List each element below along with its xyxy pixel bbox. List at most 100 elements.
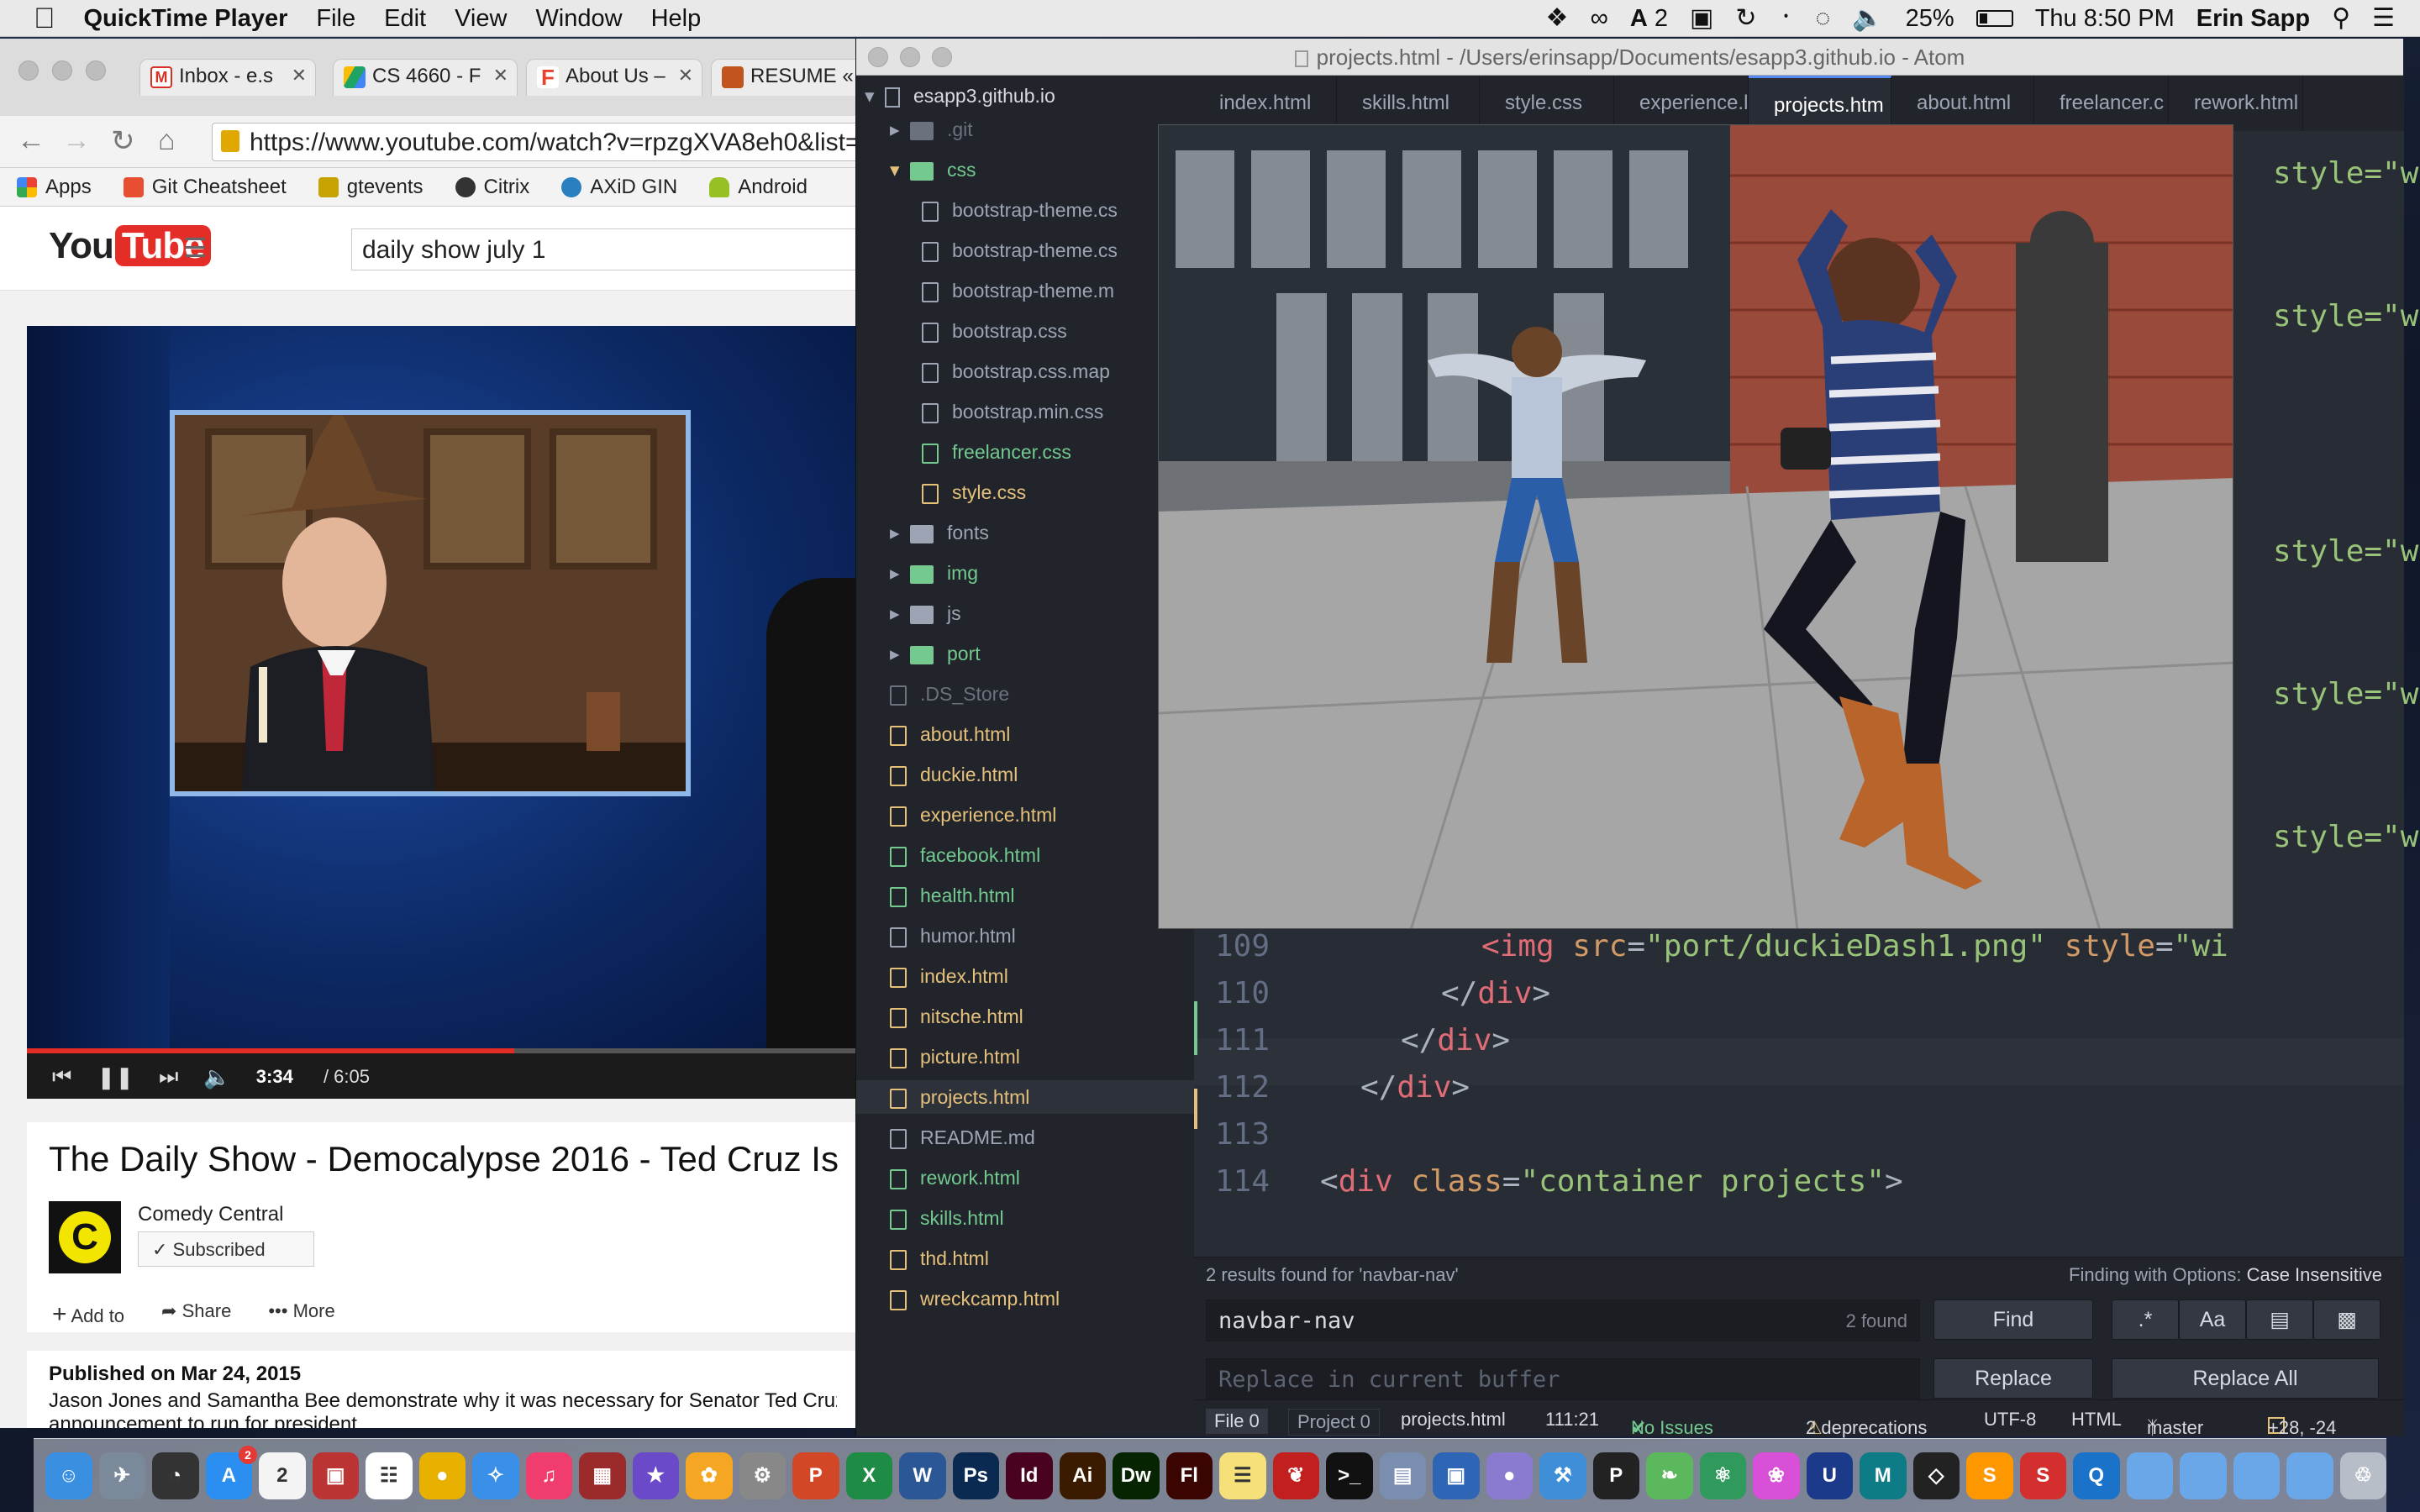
tree-item[interactable]: picture.html: [856, 1040, 1194, 1074]
status-project-count[interactable]: Project 0: [1288, 1409, 1380, 1436]
chrome-tab-resume[interactable]: RESUME «: [711, 59, 857, 96]
calendar-icon[interactable]: 2: [259, 1452, 306, 1499]
time-machine-icon[interactable]: ↻: [1735, 0, 1756, 37]
editor-tab[interactable]: rework.html: [2169, 76, 2303, 131]
powerpoint-icon[interactable]: P: [792, 1452, 839, 1499]
sphere-icon[interactable]: ●: [1486, 1452, 1533, 1499]
itunes-icon[interactable]: ♫: [525, 1452, 572, 1499]
spotlight-icon[interactable]: ⚲: [2332, 0, 2350, 37]
status-grammar[interactable]: HTML: [2071, 1409, 2122, 1431]
apple-icon[interactable]: : [34, 0, 55, 37]
bluetooth-icon[interactable]: ᛫: [1778, 0, 1793, 37]
display-icon[interactable]: ▣: [1690, 0, 1713, 37]
guide-menu-icon[interactable]: ☰: [183, 232, 208, 264]
pause-icon[interactable]: ❚❚: [97, 1064, 134, 1090]
tree-item[interactable]: humor.html: [856, 919, 1194, 953]
quicktime-video[interactable]: [1158, 124, 2233, 929]
whole-word-icon[interactable]: ▩: [2313, 1299, 2381, 1340]
tree-item[interactable]: ▸ fonts: [856, 516, 1194, 549]
tab-close-icon[interactable]: ✕: [493, 65, 508, 87]
channel-name[interactable]: Comedy Central: [138, 1203, 283, 1226]
tree-item[interactable]: facebook.html: [856, 838, 1194, 872]
tree-item[interactable]: .DS_Store: [856, 677, 1194, 711]
chrome-icon[interactable]: ●: [418, 1452, 466, 1499]
tree-item[interactable]: bootstrap.min.css: [856, 395, 1194, 428]
photos-icon[interactable]: ✿: [686, 1452, 733, 1499]
leaf-icon[interactable]: ❧: [1646, 1452, 1693, 1499]
chrome-tab-drive[interactable]: CS 4660 - F ✕: [333, 59, 518, 96]
replace-all-button[interactable]: Replace All: [2112, 1358, 2379, 1399]
tree-item[interactable]: wreckcamp.html: [856, 1282, 1194, 1315]
youtube-search-input[interactable]: daily show july 1: [351, 228, 857, 270]
battery-icon[interactable]: [1975, 10, 2013, 27]
replace-button[interactable]: Replace: [1933, 1358, 2093, 1399]
photoshop-icon[interactable]: Ps: [952, 1452, 999, 1499]
tree-item[interactable]: bootstrap-theme.m: [856, 274, 1194, 307]
editor-tab[interactable]: index.html: [1194, 76, 1337, 131]
tree-item[interactable]: freelancer.css: [856, 435, 1194, 469]
launchpad-icon[interactable]: ✈: [98, 1452, 145, 1499]
finder-icon[interactable]: ☺: [45, 1452, 92, 1499]
add-to-button[interactable]: + Add to: [52, 1300, 124, 1329]
progress-bar[interactable]: [27, 1048, 857, 1053]
unity-icon[interactable]: ◇: [1912, 1452, 1960, 1499]
home-icon[interactable]: ⌂: [158, 124, 176, 157]
back-icon[interactable]: ←: [17, 124, 45, 157]
adobe-icon[interactable]: A 2: [1630, 5, 1668, 33]
app-store-icon[interactable]: A2: [205, 1445, 257, 1499]
tree-item[interactable]: ▸ img: [856, 556, 1194, 590]
window-close-button[interactable]: [868, 47, 888, 67]
virtualbox-icon[interactable]: ▣: [1433, 1452, 1480, 1499]
tree-item[interactable]: bootstrap-theme.cs: [856, 193, 1194, 227]
safari-icon[interactable]: ✧: [472, 1452, 519, 1499]
status-cursor-position[interactable]: 111:21: [1545, 1409, 1599, 1431]
volume-icon[interactable]: 🔈: [203, 1064, 230, 1090]
preview-icon[interactable]: ▤: [1379, 1452, 1426, 1499]
acrobat-icon[interactable]: ❦: [1272, 1452, 1319, 1499]
tree-item[interactable]: rework.html: [856, 1161, 1194, 1194]
volume-icon[interactable]: 🔈: [1852, 0, 1883, 37]
replace-input[interactable]: Replace in current buffer: [1206, 1358, 1920, 1400]
tree-item[interactable]: health.html: [856, 879, 1194, 912]
editor-tab[interactable]: freelancer.c: [2034, 76, 2169, 131]
channel-avatar[interactable]: C: [49, 1201, 121, 1273]
window-close-button[interactable]: [18, 60, 39, 81]
bookmark-gtevents[interactable]: gtevents: [318, 176, 424, 199]
tree-item[interactable]: skills.html: [856, 1201, 1194, 1235]
tree-item[interactable]: README.md: [856, 1121, 1194, 1154]
folder-icon[interactable]: [2286, 1452, 2333, 1499]
menu-window[interactable]: Window: [535, 0, 622, 37]
excel-icon[interactable]: X: [845, 1452, 892, 1499]
bookmark-android[interactable]: Android: [709, 176, 808, 199]
forward-icon[interactable]: →: [62, 124, 91, 157]
flower-icon[interactable]: ❀: [1753, 1452, 1800, 1499]
window-minimize-button[interactable]: [900, 47, 920, 67]
s-app-icon[interactable]: S: [2019, 1452, 2066, 1499]
find-button[interactable]: Find: [1933, 1299, 2093, 1340]
stickies-icon[interactable]: ☰: [1219, 1452, 1266, 1499]
dreamweaver-icon[interactable]: Dw: [1113, 1452, 1160, 1499]
photo-booth-icon[interactable]: ▦: [579, 1452, 626, 1499]
find-input[interactable]: navbar-nav 2 found: [1206, 1299, 1920, 1341]
next-icon[interactable]: ⏭: [159, 1063, 178, 1090]
trash-icon[interactable]: ♲: [2339, 1452, 2386, 1499]
p-app-icon[interactable]: P: [1592, 1452, 1639, 1499]
subscribe-button[interactable]: ✓ Subscribed: [138, 1231, 314, 1267]
tree-item[interactable]: style.css: [856, 475, 1194, 509]
wifi-icon[interactable]: ◌: [1815, 0, 1830, 37]
video-player[interactable]: ⏮ ❚❚ ⏭ 🔈 3:34 / 6:05: [27, 326, 857, 1099]
status-filename[interactable]: projects.html: [1401, 1409, 1506, 1431]
tab-close-icon[interactable]: ✕: [678, 65, 693, 87]
more-button[interactable]: ••• More: [268, 1300, 334, 1329]
selection-only-icon[interactable]: ▤: [2246, 1299, 2313, 1340]
toolbox-icon[interactable]: ▣: [312, 1452, 359, 1499]
menu-edit[interactable]: Edit: [384, 0, 426, 37]
bookmark-apps[interactable]: Apps: [17, 176, 92, 199]
tree-item[interactable]: ▸ port: [856, 637, 1194, 670]
word-icon[interactable]: W: [899, 1452, 946, 1499]
address-bar[interactable]: https://www.youtube.com/watch?v=rpzgXVA8…: [212, 123, 857, 161]
menu-help[interactable]: Help: [651, 0, 702, 37]
xcode-icon[interactable]: ⚒: [1539, 1452, 1586, 1499]
sublime-icon[interactable]: S: [1966, 1452, 2013, 1499]
editor-tab[interactable]: skills.html: [1337, 76, 1480, 131]
